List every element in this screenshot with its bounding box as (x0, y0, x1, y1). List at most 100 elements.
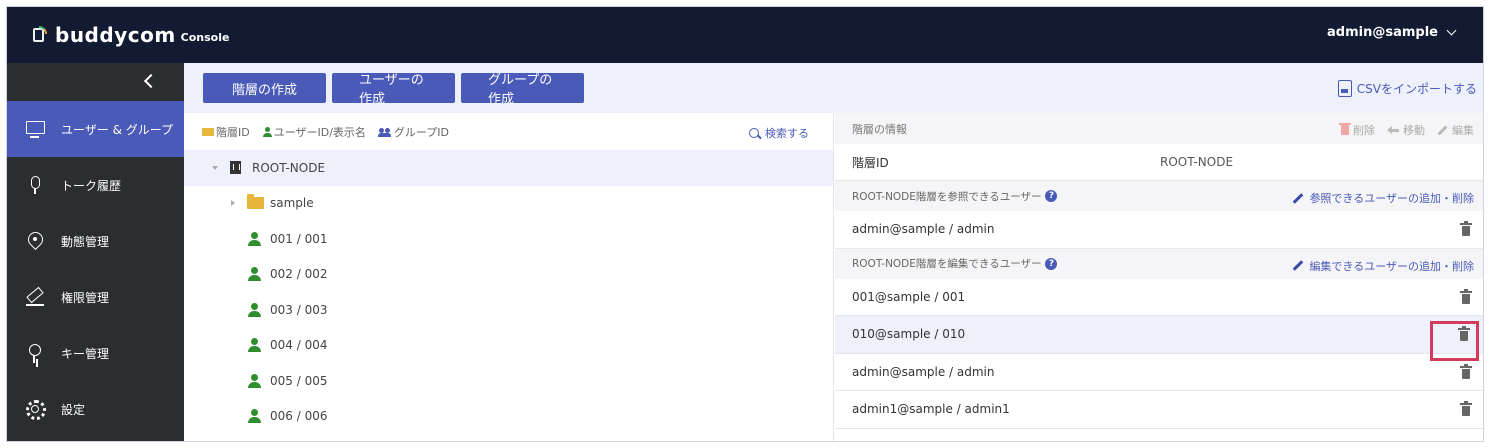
arrow-left-icon (1387, 126, 1399, 134)
chevron-left-icon (143, 73, 159, 89)
user-icon (247, 409, 261, 424)
gear-icon (25, 399, 46, 420)
caret-down-icon[interactable] (212, 165, 218, 170)
tree-node-user[interactable]: 006 / 006 (184, 399, 833, 435)
hierarchy-tree-panel: 階層ID ユーザーID/表示名 グループID 検索する ROOT-NODE sa… (184, 113, 834, 441)
help-icon[interactable]: ? (1045, 190, 1058, 202)
edit-user-row: admin1@sample / admin1 (835, 391, 1483, 429)
create-group-button[interactable]: グループの作成 (461, 73, 584, 107)
key-icon (25, 343, 45, 363)
create-hierarchy-button[interactable]: 階層の作成 (203, 73, 326, 103)
hierarchy-info-panel: 階層の情報 削除 移動 編集 階層ID ROOT-NODE ROOT-NODE階… (835, 113, 1483, 441)
remove-user-button[interactable] (1459, 363, 1473, 380)
tree-node-label: 005 / 005 (270, 373, 328, 388)
group-icon (377, 127, 392, 137)
sidebar-item-talk-history[interactable]: トーク履歴 (7, 157, 184, 213)
logo[interactable]: buddycom Console (31, 23, 229, 47)
view-users-section-title: ROOT-NODE階層を参照できるユーザー (852, 190, 1042, 203)
monitor-icon (25, 119, 45, 139)
legend-user: ユーザーID/表示名 (262, 124, 366, 140)
caret-right-icon[interactable] (231, 200, 235, 207)
hierarchy-id-value: ROOT-NODE (1160, 155, 1234, 169)
sidebar-item-label: トーク履歴 (61, 178, 122, 193)
sidebar-item-label: 権限管理 (61, 290, 110, 305)
sidebar-item-permissions[interactable]: 権限管理 (7, 269, 184, 325)
delete-button[interactable]: 削除 (1339, 122, 1375, 138)
tree-node-label: sample (270, 196, 314, 211)
tree-legend: 階層ID ユーザーID/表示名 グループID 検索する (184, 113, 833, 150)
tree-node-user[interactable]: 004 / 004 (184, 328, 833, 364)
user-icon (247, 338, 261, 353)
tree-node-root[interactable]: ROOT-NODE (184, 150, 833, 186)
delete-label: 削除 (1353, 124, 1375, 137)
user-row-label: admin@sample / admin (852, 222, 995, 237)
user-icon (247, 231, 261, 246)
sidebar-item-location[interactable]: 動態管理 (7, 213, 184, 269)
sidebar-item-users-groups[interactable]: ユーザー & グループ (7, 101, 184, 157)
legend-group: グループID (377, 124, 449, 140)
search-icon (749, 128, 759, 138)
info-title: 階層の情報 (852, 122, 907, 136)
user-row-label: 001@sample / 001 (852, 289, 966, 304)
edit-view-users-link[interactable]: 参照できるユーザーの追加・削除 (1292, 190, 1474, 206)
tree-node-label: 002 / 002 (270, 267, 328, 282)
user-row-label: 010@sample / 010 (852, 327, 966, 342)
sidebar-item-label: 設定 (61, 402, 86, 417)
create-user-button[interactable]: ユーザーの作成 (332, 73, 455, 107)
user-icon (247, 373, 261, 388)
edit-edit-users-link[interactable]: 編集できるユーザーの追加・削除 (1292, 258, 1474, 274)
folder-icon (202, 127, 214, 136)
sidebar-item-label: ユーザー & グループ (61, 122, 174, 137)
info-header: 階層の情報 削除 移動 編集 (835, 113, 1483, 144)
sidebar-item-keys[interactable]: キー管理 (7, 325, 184, 381)
edit-view-users-label: 参照できるユーザーの追加・削除 (1309, 192, 1474, 205)
main-content: 階層の作成 ユーザーの作成 グループの作成 CSVをインポートする 階層ID ユ… (184, 63, 1483, 441)
user-icon (262, 126, 272, 137)
sidebar-item-label: 動態管理 (61, 234, 110, 249)
edit-user-row: 001@sample / 001 (835, 279, 1483, 316)
user-icon (247, 267, 261, 282)
tree-node-user[interactable]: 003 / 003 (184, 292, 833, 328)
edit-user-row: 010@sample / 010 (835, 316, 1483, 361)
csv-import-link[interactable]: CSVをインポートする (1337, 80, 1477, 97)
search-label: 検索する (765, 127, 809, 140)
folder-icon (247, 194, 264, 210)
user-row-label: admin@sample / admin (852, 364, 995, 379)
tree-node-user[interactable]: 005 / 005 (184, 363, 833, 399)
edit-user-row: admin@sample / admin (835, 354, 1483, 391)
trash-icon (1460, 363, 1472, 379)
user-icon (247, 302, 261, 317)
help-icon[interactable]: ? (1045, 257, 1058, 270)
hammer-icon (25, 287, 45, 307)
tree-node-label: 001 / 001 (270, 231, 328, 246)
info-actions: 削除 移動 編集 (1339, 122, 1474, 138)
tree-node-user[interactable]: 002 / 002 (184, 257, 833, 293)
edit-edit-users-label: 編集できるユーザーの追加・削除 (1309, 259, 1474, 273)
building-icon (230, 161, 241, 175)
account-menu[interactable]: admin@sample (1327, 25, 1457, 40)
remove-user-button[interactable] (1430, 321, 1479, 361)
move-button[interactable]: 移動 (1387, 122, 1425, 138)
remove-user-button[interactable] (1459, 221, 1473, 237)
sidebar-item-settings[interactable]: 設定 (7, 381, 184, 437)
tree-node-label: 004 / 004 (270, 338, 328, 353)
tree-node-label: ROOT-NODE (252, 160, 326, 175)
pencil-icon (1293, 260, 1304, 271)
account-name: admin@sample (1327, 25, 1438, 40)
chevron-down-icon (1446, 25, 1457, 36)
buddycom-logo-icon (31, 26, 49, 44)
tree-node-user[interactable]: 001 / 001 (184, 221, 833, 257)
toolbar: 階層の作成 ユーザーの作成 グループの作成 CSVをインポートする (184, 63, 1483, 113)
tree-search-link[interactable]: 検索する (749, 125, 809, 141)
edit-button[interactable]: 編集 (1437, 122, 1474, 138)
sidebar-collapse-button[interactable] (7, 63, 184, 101)
remove-user-button[interactable] (1459, 288, 1473, 305)
tree-node-label: 006 / 006 (270, 409, 328, 424)
tree-node-folder[interactable]: sample (184, 186, 833, 222)
remove-user-button[interactable] (1459, 401, 1473, 417)
edit-users-section-header: ROOT-NODE階層を編集できるユーザー ? 編集できるユーザーの追加・削除 (835, 248, 1483, 279)
app-frame: buddycom Console admin@sample ユーザー & グルー… (6, 6, 1484, 442)
csv-file-icon (1337, 80, 1352, 97)
edit-label: 編集 (1452, 124, 1474, 137)
trash-icon (1339, 123, 1351, 135)
